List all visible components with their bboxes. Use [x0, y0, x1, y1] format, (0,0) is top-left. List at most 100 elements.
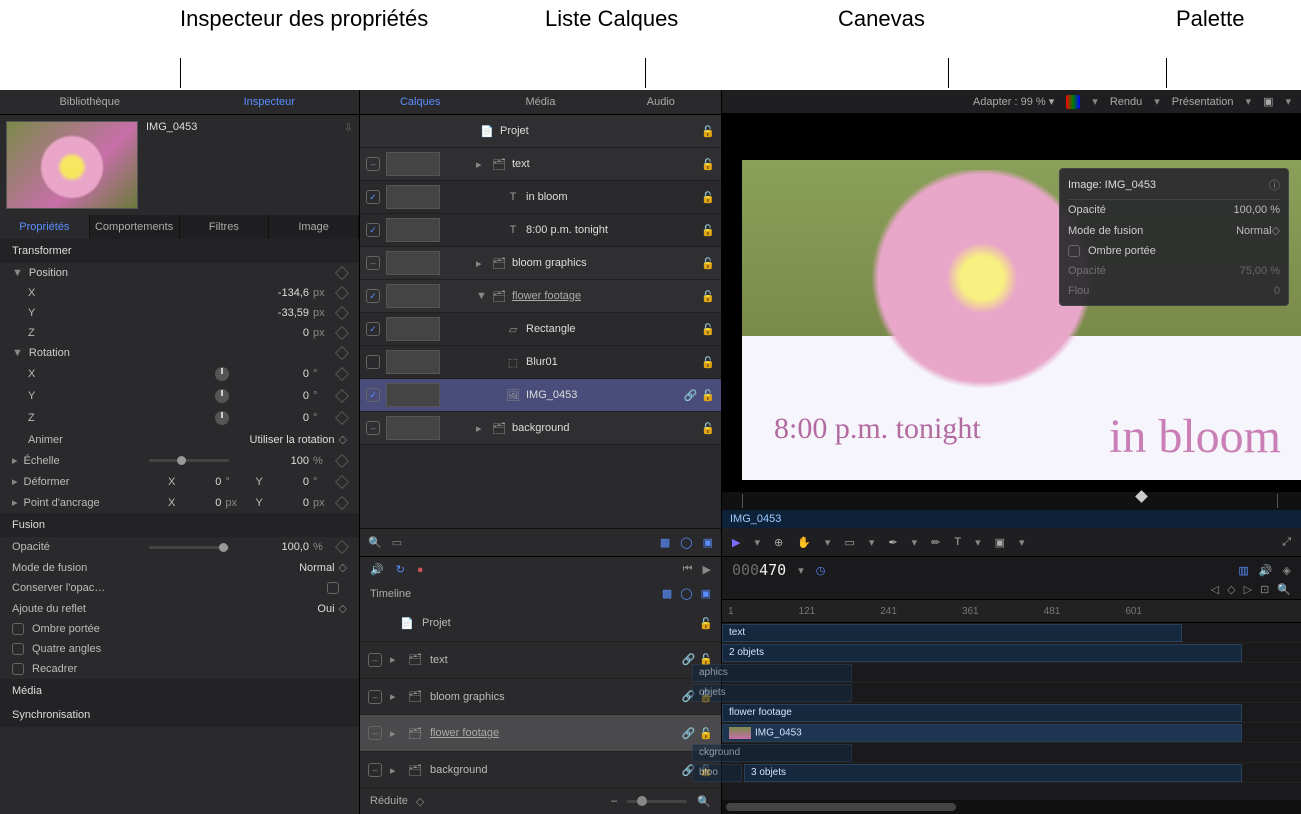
- search-icon[interactable]: 🔍: [368, 536, 382, 549]
- tl-group-bg[interactable]: background: [430, 764, 488, 776]
- keyframe-icon[interactable]: [335, 411, 349, 425]
- clip-bg-extra[interactable]: bloo: [692, 764, 742, 782]
- lock-icon[interactable]: 🔓: [701, 125, 715, 138]
- layer-checkbox[interactable]: –: [368, 726, 382, 740]
- subtab-filters[interactable]: Filtres: [180, 215, 270, 239]
- layer-row[interactable]: –▸🗂text🔓: [360, 148, 721, 181]
- render-menu[interactable]: Rendu: [1110, 96, 1142, 108]
- pan-tool-icon[interactable]: ✋: [797, 536, 811, 549]
- value-rot-z[interactable]: 0: [239, 412, 309, 424]
- layer-checkbox[interactable]: –: [368, 690, 382, 704]
- layer-row[interactable]: –▸🗂background🔓: [360, 412, 721, 445]
- layer-checkbox[interactable]: –: [368, 653, 382, 667]
- anchor-tool-icon[interactable]: ⊕: [774, 536, 783, 549]
- mini-timeline-clip[interactable]: IMG_0453: [722, 510, 1301, 528]
- disclosure-icon[interactable]: ▸: [390, 690, 400, 703]
- layer-checkbox[interactable]: [366, 355, 380, 369]
- disclosure-icon[interactable]: ▸: [12, 454, 18, 467]
- mask-tool-icon[interactable]: ▣: [995, 536, 1005, 549]
- play-icon[interactable]: ▶: [703, 563, 711, 576]
- mask-icon[interactable]: ▩: [660, 536, 670, 549]
- layer-name[interactable]: in bloom: [526, 191, 695, 203]
- lock-icon[interactable]: 🔓: [699, 617, 713, 630]
- layer-row[interactable]: ⬚Blur01🔓: [360, 346, 721, 379]
- layer-name[interactable]: Projet: [500, 125, 695, 137]
- timecode-display[interactable]: 000000470470: [732, 561, 786, 579]
- tl-kf-icon[interactable]: ◈: [1283, 564, 1291, 577]
- frame-icon[interactable]: ▭: [392, 536, 402, 549]
- keyframe-icon[interactable]: [335, 474, 349, 488]
- expand-icon[interactable]: ⤢: [1282, 536, 1291, 549]
- audio-icon[interactable]: 🔊: [370, 563, 384, 576]
- scale-slider[interactable]: [149, 459, 229, 462]
- lock-icon[interactable]: 🔓: [701, 422, 715, 435]
- zoom-in-icon[interactable]: 🔍: [697, 795, 711, 808]
- kf-next-icon[interactable]: ▷: [1244, 583, 1252, 599]
- tab-media[interactable]: Média: [480, 90, 600, 114]
- bezier-tool-icon[interactable]: ✏: [931, 536, 940, 549]
- record-icon[interactable]: ●: [417, 564, 424, 576]
- dropshadow-checkbox[interactable]: [12, 623, 24, 635]
- timeline-scrollbar[interactable]: [722, 800, 1301, 814]
- lock-icon[interactable]: 🔓: [701, 257, 715, 270]
- value-rot-y[interactable]: 0: [239, 390, 309, 402]
- layer-row[interactable]: –▸🗂bloom graphics🔓: [360, 247, 721, 280]
- clip-img[interactable]: IMG_0453: [722, 724, 1242, 742]
- kf-diamond-icon[interactable]: ◇: [1227, 583, 1235, 599]
- value-scale[interactable]: 100: [239, 455, 309, 467]
- value-animate[interactable]: Utiliser la rotation: [250, 434, 335, 446]
- clip-text[interactable]: text: [722, 624, 1182, 642]
- value-rot-x[interactable]: 0: [239, 368, 309, 380]
- value-pos-z[interactable]: 0: [239, 327, 309, 339]
- value-anchor-y[interactable]: 0: [269, 497, 309, 509]
- layer-checkbox[interactable]: –: [368, 763, 382, 777]
- loop-icon[interactable]: ↻: [396, 563, 405, 576]
- clip-text-sub[interactable]: 2 objets: [722, 644, 1242, 662]
- lock-icon[interactable]: 🔓: [701, 323, 715, 336]
- layer-name[interactable]: flower footage: [512, 290, 695, 302]
- keyframe-icon[interactable]: [335, 266, 349, 280]
- keyframe-icon[interactable]: [335, 346, 349, 360]
- subtab-behaviors[interactable]: Comportements: [90, 215, 180, 239]
- go-start-icon[interactable]: ⏮: [683, 563, 693, 576]
- kf-fit-icon[interactable]: ⊡: [1260, 583, 1269, 599]
- subtab-properties[interactable]: Propriétés: [0, 215, 90, 239]
- tl-group-flower[interactable]: flower footage: [430, 727, 674, 739]
- tab-library[interactable]: Bibliothèque: [0, 90, 180, 114]
- view-menu[interactable]: Présentation: [1172, 96, 1234, 108]
- playhead-icon[interactable]: [1135, 490, 1148, 503]
- layer-checkbox[interactable]: –: [366, 256, 380, 270]
- layer-row[interactable]: ✓▱Rectangle🔓: [360, 313, 721, 346]
- hud-blend-value[interactable]: Normal: [1236, 225, 1271, 237]
- lock-icon[interactable]: 🔓: [701, 158, 715, 171]
- tl-view-icon[interactable]: ▥: [1238, 564, 1248, 577]
- tl-audio-icon[interactable]: 🔊: [1259, 564, 1273, 577]
- keyframe-icon[interactable]: [335, 326, 349, 340]
- timeline-size-label[interactable]: Réduite: [370, 795, 408, 807]
- layer-checkbox[interactable]: ✓: [366, 289, 380, 303]
- behavior-tl-icon[interactable]: ◯: [680, 587, 692, 600]
- layer-row[interactable]: 📄Projet🔓: [360, 115, 721, 148]
- disclosure-icon[interactable]: ▸: [476, 158, 486, 171]
- kf-prev-icon[interactable]: ◁: [1211, 583, 1219, 599]
- disclosure-icon[interactable]: ▸: [390, 764, 400, 777]
- keyframe-icon[interactable]: [335, 389, 349, 403]
- link-icon[interactable]: 🔗: [684, 389, 698, 402]
- mask-tl-icon[interactable]: ▩: [662, 587, 672, 600]
- clock-icon[interactable]: ◷: [816, 564, 826, 577]
- tl-project[interactable]: Projet: [422, 617, 451, 629]
- value-reflection[interactable]: Oui: [317, 603, 334, 615]
- keyframe-icon[interactable]: [335, 453, 349, 467]
- dial-icon[interactable]: [215, 367, 229, 381]
- value-pos-x[interactable]: -134,6: [239, 287, 309, 299]
- layer-checkbox[interactable]: ✓: [366, 190, 380, 204]
- disclosure-icon[interactable]: ▸: [476, 422, 486, 435]
- disclosure-icon[interactable]: ▸: [390, 727, 400, 740]
- filter-icon-footer[interactable]: ▣: [703, 536, 713, 549]
- subtab-image[interactable]: Image: [269, 215, 359, 239]
- tl-group-bloom[interactable]: bloom graphics: [430, 691, 505, 703]
- layer-row[interactable]: ✓T8:00 p.m. tonight🔓: [360, 214, 721, 247]
- lock-icon[interactable]: 🔓: [701, 191, 715, 204]
- value-blendmode[interactable]: Normal: [299, 562, 334, 574]
- value-shear-y[interactable]: 0: [269, 476, 309, 488]
